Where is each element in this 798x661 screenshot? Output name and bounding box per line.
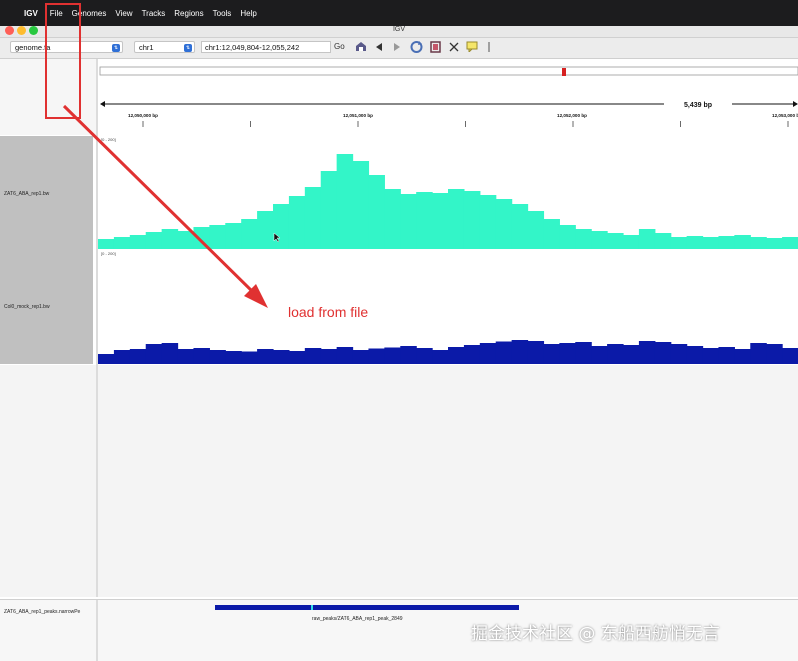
annotation-highlight-box: [45, 3, 81, 119]
watermark-text: 掘金技术社区 @ 东船西舫悄无言: [471, 624, 720, 644]
mouse-cursor-icon: [273, 233, 280, 243]
annotation-overlay: [45, 3, 268, 308]
annotation-text: load from file: [288, 304, 369, 320]
annotation-arrow: [62, 104, 257, 296]
